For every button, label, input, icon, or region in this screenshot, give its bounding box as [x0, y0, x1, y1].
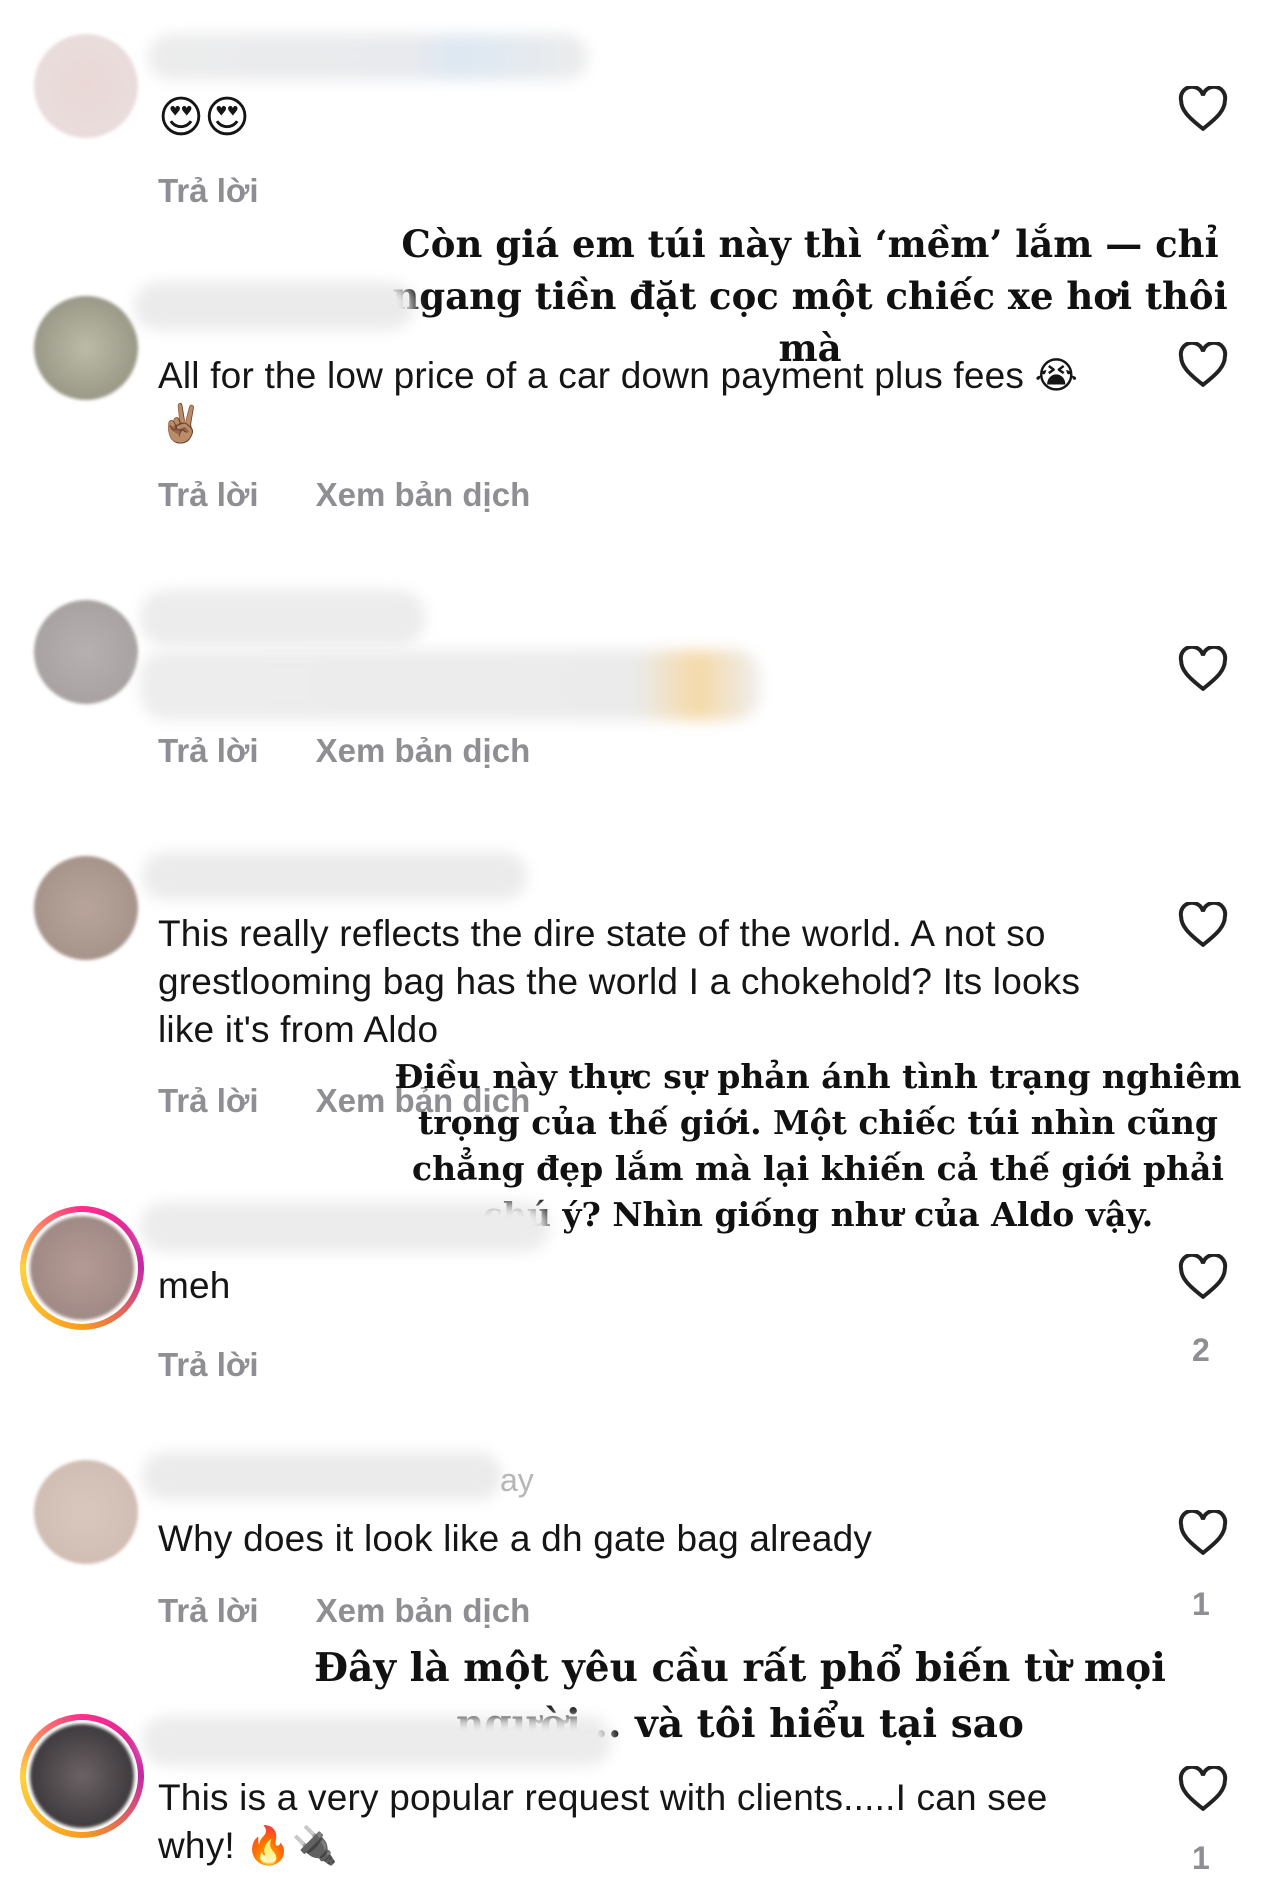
avatar[interactable]	[34, 34, 138, 138]
reply-link[interactable]: Trả lời	[158, 476, 259, 513]
reply-link[interactable]: Trả lời	[158, 732, 259, 769]
comment-text: This really reflects the dire state of t…	[158, 913, 1081, 1050]
comment-actions: Trả lời Xem bản dịch	[158, 1592, 578, 1630]
comment-actions: Trả lời Xem bản dịch	[158, 476, 578, 514]
story-ring[interactable]	[20, 1206, 144, 1330]
reply-link[interactable]: Trả lời	[158, 1592, 259, 1629]
avatar[interactable]	[34, 1460, 138, 1564]
like-count[interactable]: 2	[1192, 1332, 1210, 1369]
heart-outline-icon[interactable]	[1178, 1254, 1228, 1300]
comment-text: Why does it look like a dh gate bag alre…	[158, 1518, 873, 1559]
avatar[interactable]	[34, 856, 138, 960]
reply-link[interactable]: Trả lời	[158, 1346, 259, 1383]
comment-text: This is a very popular request with clie…	[158, 1777, 1048, 1866]
avatar[interactable]	[34, 600, 138, 704]
comment-text-blurred	[140, 650, 760, 720]
comment-text: 😍😍	[158, 92, 251, 143]
heart-outline-icon[interactable]	[1178, 902, 1228, 948]
reply-link[interactable]: Trả lời	[158, 1082, 259, 1119]
translate-link[interactable]: Xem bản dịch	[316, 1592, 531, 1629]
username-blurred[interactable]	[142, 1716, 612, 1766]
comment-text: All for the low price of a car down paym…	[158, 355, 1079, 444]
username-blurred[interactable]	[148, 34, 588, 80]
avatar[interactable]	[34, 296, 138, 400]
avatar	[30, 1216, 134, 1320]
comment-actions: Trả lời Xem bản dịch	[158, 732, 578, 770]
blurred-fragment: ay	[500, 1462, 534, 1498]
heart-outline-icon[interactable]	[1178, 1510, 1228, 1556]
translate-link[interactable]: Xem bản dịch	[316, 732, 531, 769]
avatar	[30, 1724, 134, 1828]
like-count[interactable]: 1	[1192, 1586, 1210, 1623]
username-blurred[interactable]	[142, 852, 527, 900]
caption-overlay-1: Còn giá em túi này thì ‘mềm’ lắm — chỉ n…	[392, 222, 1228, 370]
heart-outline-icon[interactable]	[1178, 86, 1228, 132]
heart-outline-icon[interactable]	[1178, 646, 1228, 692]
translate-link[interactable]: Xem bản dịch	[316, 476, 531, 513]
username-blurred[interactable]	[142, 1452, 502, 1500]
comment-text: meh	[158, 1265, 231, 1306]
like-count[interactable]: 1	[1192, 1840, 1210, 1877]
story-ring[interactable]	[20, 1714, 144, 1838]
username-blurred[interactable]	[140, 590, 425, 646]
username-blurred[interactable]	[140, 1202, 550, 1252]
username-blurred[interactable]	[134, 282, 414, 330]
heart-outline-icon[interactable]	[1178, 342, 1228, 388]
heart-outline-icon[interactable]	[1178, 1766, 1228, 1812]
comment-actions: Trả lời	[158, 1346, 307, 1384]
reply-link[interactable]: Trả lời	[158, 172, 259, 209]
comment-actions: Trả lời	[158, 172, 307, 210]
